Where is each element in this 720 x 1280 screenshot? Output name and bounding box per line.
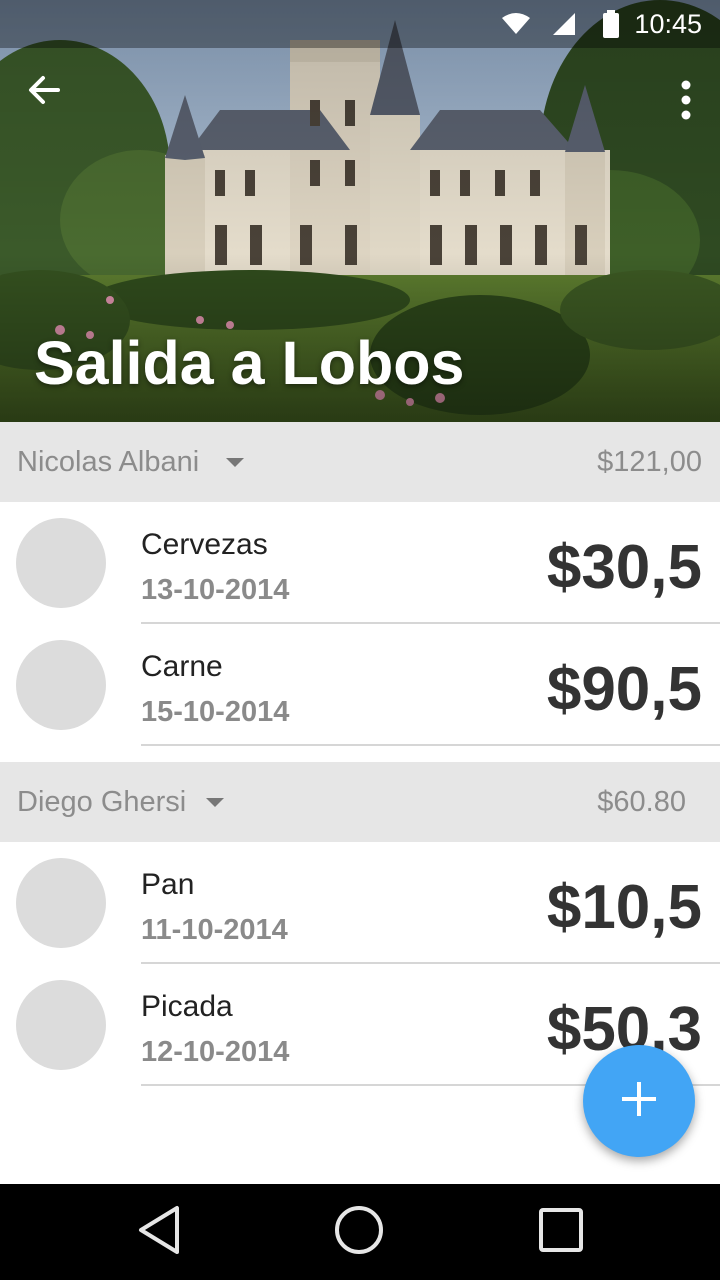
avatar xyxy=(16,858,106,948)
home-circle-icon xyxy=(333,1204,385,1261)
expense-name: Picada xyxy=(141,990,233,1023)
divider xyxy=(141,744,720,746)
avatar xyxy=(16,640,106,730)
group-header-diego-ghersi[interactable]: Diego Ghersi $60.80 xyxy=(0,762,720,842)
expense-name: Cervezas xyxy=(141,528,268,561)
add-expense-button[interactable] xyxy=(583,1045,695,1157)
add-icon xyxy=(621,1081,657,1122)
dropdown-caret-icon xyxy=(206,798,224,807)
expense-date: 12-10-2014 xyxy=(141,1036,290,1068)
wifi-icon xyxy=(498,0,534,48)
expense-item[interactable]: Pan 11-10-2014 $10,5 xyxy=(0,842,720,964)
group-header-nicolas-albani[interactable]: Nicolas Albani $121,00 xyxy=(0,422,720,502)
recents-square-icon xyxy=(537,1206,585,1259)
back-button[interactable] xyxy=(14,62,74,122)
screen: 10:45 Salida a Lobos Nicolas Albani $121… xyxy=(0,0,720,1280)
expense-amount: $90,5 xyxy=(546,655,702,724)
navigation-bar xyxy=(0,1184,720,1280)
nav-home-button[interactable] xyxy=(299,1184,419,1280)
overflow-menu-button[interactable] xyxy=(666,72,706,132)
group-total: $121,00 xyxy=(597,446,702,478)
expense-amount: $30,5 xyxy=(546,533,702,602)
expense-name: Pan xyxy=(141,868,195,901)
expense-amount: $10,5 xyxy=(546,873,702,942)
expense-item[interactable]: Carne 15-10-2014 $90,5 xyxy=(0,624,720,746)
avatar xyxy=(16,980,106,1070)
group-total: $60.80 xyxy=(597,786,686,818)
nav-recents-button[interactable] xyxy=(501,1184,621,1280)
dropdown-caret-icon xyxy=(226,458,244,467)
expense-item[interactable]: Cervezas 13-10-2014 $30,5 xyxy=(0,502,720,624)
status-time: 10:45 xyxy=(634,9,702,39)
arrow-back-icon xyxy=(26,72,62,113)
cell-signal-icon xyxy=(548,0,580,48)
expense-date: 15-10-2014 xyxy=(141,696,290,728)
header: 10:45 Salida a Lobos xyxy=(0,0,720,422)
back-triangle-icon xyxy=(135,1204,185,1261)
expense-name: Carne xyxy=(141,650,223,683)
status-bar: 10:45 xyxy=(0,0,720,48)
page-title: Salida a Lobos xyxy=(34,329,465,397)
expense-date: 11-10-2014 xyxy=(141,914,288,946)
nav-back-button[interactable] xyxy=(100,1184,220,1280)
avatar xyxy=(16,518,106,608)
more-vert-icon xyxy=(681,80,691,125)
expense-date: 13-10-2014 xyxy=(141,574,290,606)
group-name: Nicolas Albani xyxy=(17,446,200,478)
group-name: Diego Ghersi xyxy=(17,786,187,818)
battery-icon xyxy=(598,0,624,48)
